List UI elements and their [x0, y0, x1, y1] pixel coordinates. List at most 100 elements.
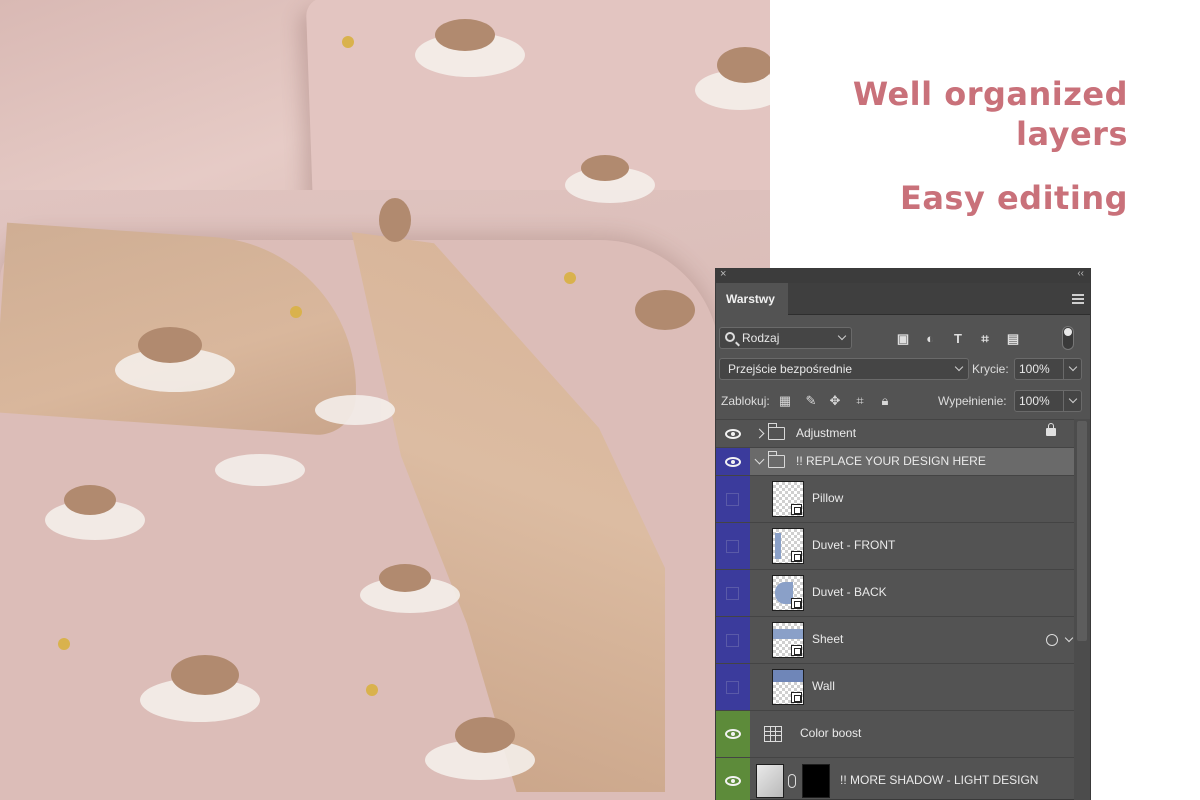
layer-name: Duvet - BACK — [812, 585, 887, 599]
adjustment-filter-icon[interactable]: ◐ — [923, 332, 937, 345]
chevron-down-icon[interactable] — [1064, 633, 1074, 643]
smart-object-icon — [791, 645, 802, 656]
layer-name: Wall — [812, 679, 835, 693]
thumbnail-shape — [775, 533, 781, 559]
hidden-visibility-box — [726, 493, 739, 506]
visibility-toggle[interactable] — [716, 420, 750, 447]
lock-label: Zablokuj: — [721, 394, 770, 408]
blend-row: Przejście bezpośrednie Krycie: 100% — [716, 357, 1090, 381]
layer-row[interactable]: Sheet — [716, 616, 1076, 663]
layer-thumbnail — [772, 528, 804, 564]
smart-object-filter-icon[interactable]: ▤ — [1006, 332, 1020, 345]
visibility-toggle[interactable] — [716, 758, 750, 800]
visibility-toggle[interactable] — [716, 711, 750, 757]
opacity-label: Krycie: — [972, 362, 1009, 376]
layer-row[interactable]: Color boost — [716, 710, 1076, 757]
layers-scrollbar[interactable] — [1074, 419, 1090, 800]
smart-object-icon — [791, 692, 802, 703]
layer-thumbnail — [772, 575, 804, 611]
close-icon[interactable]: × — [720, 268, 726, 280]
layer-name: Duvet - FRONT — [812, 538, 896, 552]
eye-icon — [725, 776, 741, 786]
chevron-down-icon — [1068, 362, 1078, 372]
lock-brush-icon[interactable]: ✎ — [804, 394, 818, 408]
layer-row[interactable]: Duvet - FRONT — [716, 522, 1076, 569]
link-icon[interactable] — [788, 774, 796, 788]
lock-transparent-icon[interactable]: ▦ — [778, 394, 792, 408]
visibility-toggle[interactable] — [716, 448, 750, 475]
thumbnail-shape — [773, 670, 803, 682]
layer-row[interactable]: Duvet - BACK — [716, 569, 1076, 616]
thumbnail-shape — [773, 629, 803, 639]
layer-name: Color boost — [800, 726, 862, 740]
chevron-down-icon — [954, 362, 964, 372]
headline-line-1: Well organized — [852, 75, 1128, 113]
visibility-toggle[interactable] — [716, 570, 750, 616]
chevron-right-icon[interactable] — [754, 428, 765, 438]
scrollbar-thumb[interactable] — [1077, 421, 1087, 641]
lock-position-icon[interactable]: ✥ — [828, 394, 842, 408]
tab-layers[interactable]: Warstwy — [716, 283, 788, 315]
visibility-toggle[interactable] — [716, 476, 750, 522]
folder-icon — [768, 422, 785, 440]
collapse-icon[interactable]: ‹‹ — [1077, 268, 1084, 279]
layer-filter-row: Rodzaj ▣ ◐ T ⌗ ▤ — [716, 323, 1090, 353]
lock-all-icon[interactable]: 🔒︎ — [878, 394, 892, 408]
eye-icon — [725, 456, 741, 467]
layers-list: Adjustment !! REPLACE YOUR DESIGN HERE P… — [716, 419, 1076, 800]
layer-row[interactable]: Wall — [716, 663, 1076, 710]
type-filter-icon[interactable]: T — [951, 332, 965, 345]
lock-icon — [1046, 422, 1056, 436]
fill-dropdown[interactable] — [1064, 390, 1082, 412]
visibility-toggle[interactable] — [716, 664, 750, 710]
layer-name: !! REPLACE YOUR DESIGN HERE — [796, 453, 986, 468]
filter-toggle[interactable] — [1062, 326, 1074, 350]
lock-artboard-icon[interactable]: ⌗ — [853, 394, 867, 408]
layer-thumbnail — [772, 669, 804, 705]
opacity-dropdown[interactable] — [1064, 358, 1082, 380]
visibility-toggle[interactable] — [716, 523, 750, 569]
layer-mask-thumbnail — [802, 764, 830, 798]
filter-kind-select[interactable]: Rodzaj — [719, 327, 852, 349]
panel-tabbar: Warstwy — [716, 283, 1090, 315]
headline-line-2: layers — [1016, 115, 1128, 153]
chevron-down-icon[interactable] — [754, 454, 765, 464]
layer-row[interactable]: Pillow — [716, 475, 1076, 522]
layer-thumbnail — [756, 764, 784, 798]
visibility-toggle[interactable] — [716, 617, 750, 663]
smart-object-icon — [791, 598, 802, 609]
hidden-visibility-box — [726, 634, 739, 647]
fill-label: Wypełnienie: — [938, 394, 1007, 408]
eye-icon — [725, 428, 741, 439]
shape-filter-icon[interactable]: ⌗ — [978, 332, 992, 345]
smart-object-icon — [791, 504, 802, 515]
layer-thumbnail — [772, 481, 804, 517]
adjustment-layer-icon — [764, 726, 782, 742]
bunny-pattern — [45, 19, 770, 780]
layer-name: Adjustment — [796, 425, 857, 440]
folder-icon — [768, 450, 785, 468]
opacity-field[interactable]: 100% — [1014, 358, 1064, 380]
chevron-down-icon — [837, 331, 847, 341]
hidden-visibility-box — [726, 540, 739, 553]
image-filter-icon[interactable]: ▣ — [896, 332, 910, 345]
headline-well-organized: Well organized layers — [748, 74, 1128, 154]
filter-kind-value: Rodzaj — [742, 331, 780, 345]
fill-field[interactable]: 100% — [1014, 390, 1064, 412]
layer-name: !! MORE SHADOW - LIGHT DESIGN — [840, 773, 1039, 787]
hidden-visibility-box — [726, 587, 739, 600]
chevron-down-icon — [1068, 394, 1078, 404]
hidden-visibility-box — [726, 681, 739, 694]
layer-row[interactable]: !! MORE SHADOW - LIGHT DESIGN — [716, 757, 1076, 800]
layer-effects-icon[interactable] — [1046, 634, 1058, 646]
eye-icon — [725, 729, 741, 739]
lock-row: Zablokuj: ▦ ✎ ✥ ⌗ 🔒︎ Wypełnienie: 100% — [716, 389, 1090, 413]
panel-menu-icon[interactable] — [1072, 294, 1084, 304]
layer-row[interactable]: Adjustment — [716, 419, 1076, 447]
layer-name: Sheet — [812, 632, 844, 646]
panel-titlebar: × ‹‹ — [716, 268, 1090, 283]
smart-object-icon — [791, 551, 802, 562]
layer-row[interactable]: !! REPLACE YOUR DESIGN HERE — [716, 447, 1076, 475]
blend-mode-select[interactable]: Przejście bezpośrednie — [719, 358, 969, 380]
headline-easy-editing: Easy editing — [899, 179, 1128, 217]
